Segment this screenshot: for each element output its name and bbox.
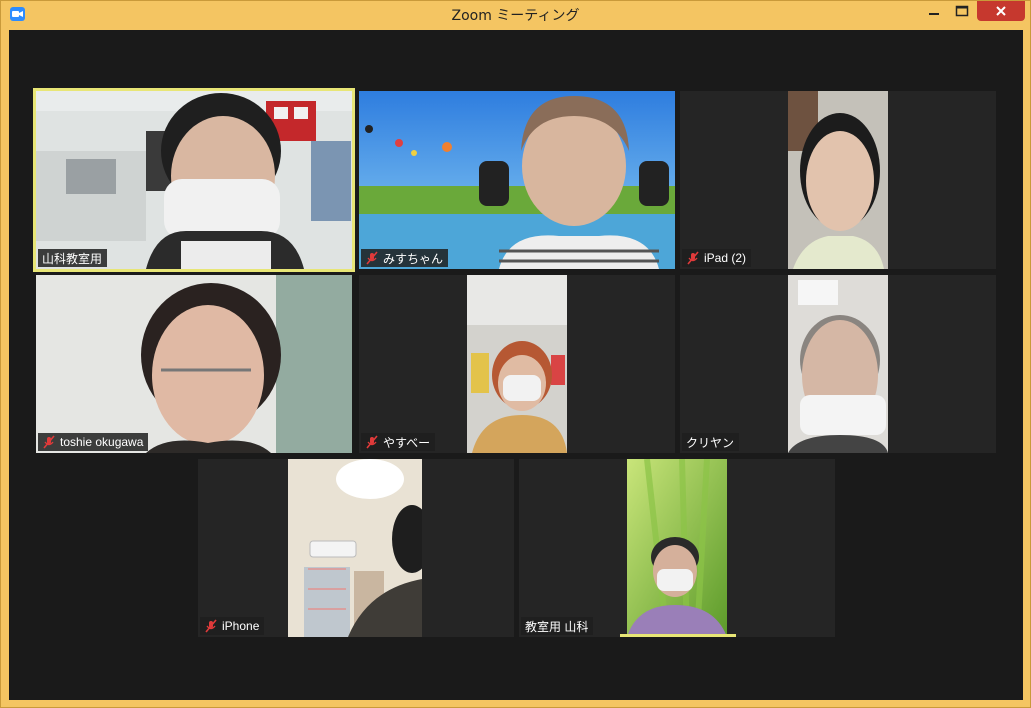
- participant-video: [36, 275, 352, 453]
- participant-video: [788, 91, 888, 269]
- participant-name: 教室用 山科: [525, 619, 589, 634]
- muted-mic-icon: [204, 619, 218, 633]
- participant-video: [359, 91, 675, 269]
- participant-name-tag: やすべー: [361, 433, 436, 451]
- participant-name-tag: 山科教室用: [38, 249, 108, 267]
- participant-tile[interactable]: 山科教室用: [33, 88, 355, 272]
- participant-tile[interactable]: toshie okugawa: [36, 275, 352, 453]
- participant-name-tag: iPhone: [200, 617, 265, 635]
- participant-name: やすべー: [383, 435, 431, 450]
- participant-tile[interactable]: 教室用 山科: [519, 459, 835, 637]
- participant-name: 山科教室用: [42, 251, 103, 266]
- title-bar[interactable]: Zoom ミーティング: [1, 1, 1030, 27]
- participant-video: [467, 275, 567, 453]
- close-icon[interactable]: [977, 1, 1025, 21]
- participant-name: みすちゃん: [383, 251, 444, 266]
- participant-video: [788, 275, 888, 453]
- participant-video: [288, 459, 422, 637]
- participant-name: iPhone: [222, 619, 260, 633]
- participant-video: [627, 459, 727, 637]
- participant-name-tag: 教室用 山科: [521, 617, 594, 635]
- window-title: Zoom ミーティング: [451, 8, 580, 24]
- participant-tile[interactable]: クリヤン: [680, 275, 996, 453]
- participant-name-tag: iPad (2): [682, 249, 752, 267]
- participant-name-tag: クリヤン: [682, 433, 740, 451]
- maximize-icon[interactable]: [951, 1, 973, 21]
- participant-tile[interactable]: みすちゃん: [359, 91, 675, 269]
- participant-name: クリヤン: [686, 435, 735, 450]
- participant-name: iPad (2): [704, 251, 747, 265]
- participant-tile[interactable]: iPad (2): [680, 91, 996, 269]
- muted-mic-icon: [365, 251, 379, 265]
- muted-mic-icon: [365, 435, 379, 449]
- minimize-icon[interactable]: [923, 1, 945, 21]
- zoom-window: Zoom ミーティング 山科教室用 みすちゃん iPad (2) toshie …: [0, 0, 1031, 708]
- muted-mic-icon: [42, 435, 56, 449]
- participant-tile[interactable]: やすべー: [359, 275, 675, 453]
- participant-name: toshie okugawa: [60, 435, 144, 449]
- muted-mic-icon: [686, 251, 700, 265]
- speaking-indicator: [620, 634, 736, 637]
- participant-name-tag: toshie okugawa: [38, 433, 149, 451]
- video-gallery: 山科教室用 みすちゃん iPad (2) toshie okugawa やすべー…: [9, 30, 1023, 700]
- participant-name-tag: みすちゃん: [361, 249, 449, 267]
- participant-video: [36, 91, 352, 269]
- participant-tile[interactable]: iPhone: [198, 459, 514, 637]
